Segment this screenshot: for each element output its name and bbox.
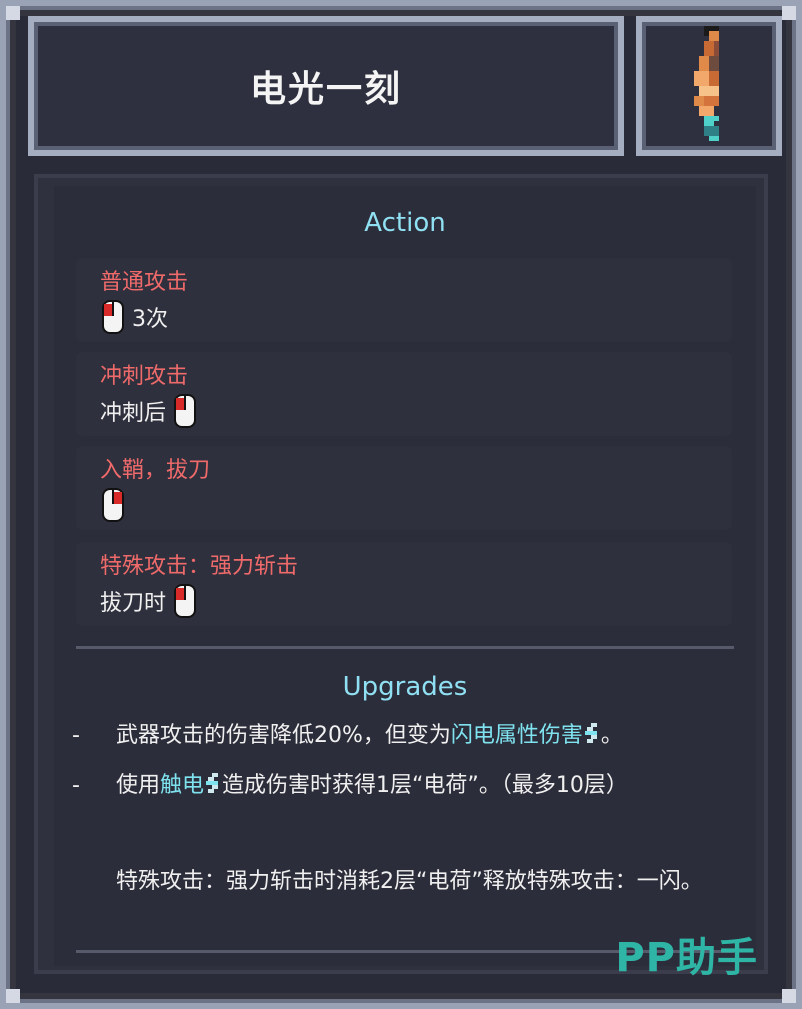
bullet-dash: - (72, 723, 80, 748)
bullet-dash: - (72, 773, 80, 798)
action-label: 特殊攻击：强力斩击 (100, 554, 299, 579)
lightning-bolt-icon (584, 723, 597, 743)
upgrade-text: 武器攻击的伤害降低20%，但变为闪电属性伤害。 (116, 716, 736, 756)
tooltip-content: Action 普通攻击 3次 冲刺攻击 冲刺后 入鞘，拔刀 特殊攻击：强力斩击 … (34, 174, 768, 974)
action-label: 普通攻击 (100, 270, 189, 295)
upgrade-text-part: 使用 (116, 773, 161, 798)
upgrade-text-part: 武器攻击的伤害降低20%，但变为 (116, 723, 451, 748)
action-label: 入鞘，拔刀 (100, 458, 211, 483)
mouse-right-click-icon (102, 488, 124, 522)
tooltip-inner: Action 普通攻击 3次 冲刺攻击 冲刺后 入鞘，拔刀 特殊攻击：强力斩击 … (54, 186, 756, 966)
status-keyword: 触电 (160, 773, 205, 798)
frame-corner (6, 989, 20, 1003)
action-heading: Action (364, 208, 446, 238)
action-card-dash-attack: 冲刺攻击 冲刺后 (76, 352, 732, 436)
upgrades-heading: Upgrades (342, 672, 468, 702)
upgrade-item: - 武器攻击的伤害降低20%，但变为闪电属性伤害。 (54, 716, 756, 760)
action-suffix: 3次 (132, 307, 168, 332)
lightning-bolt-icon (206, 773, 219, 793)
section-divider (76, 646, 734, 649)
action-card-sheathe: 入鞘，拔刀 (76, 446, 732, 530)
item-title: 电光一刻 (249, 69, 402, 110)
watermark-logo: PP助手 (615, 935, 758, 981)
upgrade-text-part: 造成伤害时获得1层“电荷”。（最多10层） (222, 773, 628, 798)
katana-weapon-icon (694, 26, 719, 141)
action-prefix: 冲刺后 (100, 401, 167, 426)
action-input: 冲刺后 (100, 394, 198, 428)
action-prefix: 拔刀时 (100, 591, 167, 616)
upgrade-item: - 使用触电 造成伤害时获得1层“电荷”。（最多10层） (54, 766, 756, 850)
mouse-left-click-icon (174, 584, 197, 618)
frame-corner (6, 6, 20, 20)
element-keyword: 闪电属性伤害 (450, 723, 583, 748)
weapon-icon-panel (636, 16, 782, 156)
title-panel: 电光一刻 (28, 16, 624, 156)
frame-corner (782, 6, 796, 20)
frame-corner (782, 989, 796, 1003)
mouse-left-click-icon (174, 394, 197, 428)
upgrade-text: 特殊攻击：强力斩击时消耗2层“电荷”释放特殊攻击：一闪。 (116, 862, 736, 902)
upgrade-text-part: 。 (600, 723, 623, 748)
action-card-normal-attack: 普通攻击 3次 (76, 258, 732, 342)
action-label: 冲刺攻击 (100, 364, 189, 389)
upgrade-text: 使用触电 造成伤害时获得1层“电荷”。（最多10层） (116, 766, 736, 806)
action-card-special-attack: 特殊攻击：强力斩击 拔刀时 (76, 542, 732, 626)
action-input: 3次 (100, 300, 168, 334)
upgrade-text-part: 特殊攻击：强力斩击时消耗2层“电荷”释放特殊攻击：一闪。 (116, 869, 703, 894)
action-input: 拔刀时 (100, 584, 198, 618)
action-input (100, 488, 126, 522)
mouse-left-click-icon (102, 300, 124, 334)
